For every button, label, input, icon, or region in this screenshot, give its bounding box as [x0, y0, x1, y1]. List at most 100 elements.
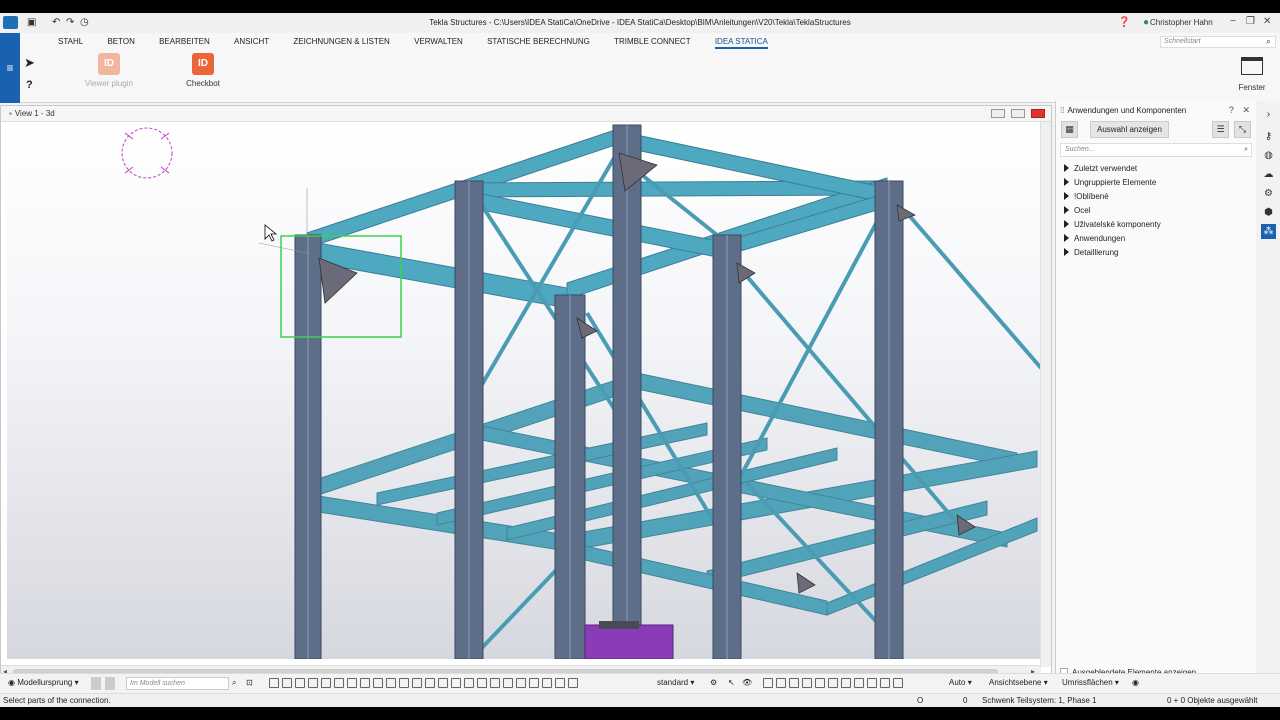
3d-scene[interactable] [7, 123, 1041, 659]
key-icon[interactable]: ⚷ [1261, 129, 1276, 144]
cursor-mode-icon[interactable]: ↖ [728, 678, 735, 687]
panel-grip-icon[interactable]: ⁞⁞ [1060, 106, 1064, 115]
select-cuts-icon[interactable] [347, 678, 357, 688]
snap-geometry-icon[interactable] [776, 678, 786, 688]
select-surfaces-icon[interactable] [295, 678, 305, 688]
viewer-plugin-button[interactable]: ID Viewer plugin [84, 53, 134, 88]
tab-verwalten[interactable]: VERWALTEN [414, 37, 463, 46]
grid-view-icon[interactable]: ▦ [1061, 121, 1078, 138]
select-loads-icon[interactable] [451, 678, 461, 688]
view-close-button[interactable] [1031, 109, 1045, 118]
select-fittings-icon[interactable] [438, 678, 448, 688]
quick-launch-input[interactable]: Schnellstart [1160, 36, 1276, 48]
user-name[interactable]: Christopher Hahn [1150, 18, 1213, 27]
tab-statische-berechnung[interactable]: STATISCHE BERECHNUNG [487, 37, 590, 46]
user-icon[interactable]: ● [1143, 17, 1149, 29]
tree-item-applications[interactable]: Anwendungen [1064, 232, 1161, 246]
snap-reference-icon[interactable] [763, 678, 773, 688]
selection-filter-dropdown[interactable]: standard ▾ [657, 678, 694, 687]
cloud-icon[interactable]: ☁ [1261, 167, 1276, 182]
gear-icon[interactable]: ⚙ [1261, 186, 1276, 201]
snap-extension-icon[interactable] [880, 678, 890, 688]
snap-midpoint-icon[interactable] [802, 678, 812, 688]
tab-bearbeiten[interactable]: BEARBEITEN [159, 37, 210, 46]
zoom-search-icon[interactable]: ⊡ [246, 678, 253, 687]
snap-any-icon[interactable] [867, 678, 877, 688]
view-minimize-button[interactable] [991, 109, 1005, 118]
tree-item-ocel[interactable]: Ocel [1064, 204, 1161, 218]
show-selection-button[interactable]: Auswahl anzeigen [1090, 121, 1169, 138]
work-plane-dropdown[interactable]: ◉ Modellursprung ▾ [8, 678, 79, 687]
model-search-input[interactable]: Im Modell suchen [126, 677, 229, 690]
restore-icon[interactable]: ❐ [1246, 16, 1255, 27]
outline-planes-dropdown[interactable]: Umrissflächen ▾ [1062, 678, 1119, 687]
select-parts-icon[interactable] [282, 678, 292, 688]
select-connections-icon[interactable] [503, 678, 513, 688]
panel-search-input[interactable]: Suchen... ⌕ [1060, 143, 1252, 157]
snap-free-icon[interactable] [893, 678, 903, 688]
query-icon[interactable]: ? [26, 79, 33, 91]
globe-icon[interactable]: ◍ [1261, 148, 1276, 163]
search-icon[interactable]: ⌕ [1266, 36, 1271, 47]
chevron-right-icon[interactable]: › [1261, 107, 1276, 122]
cube-icon[interactable]: ⬢ [1261, 205, 1276, 220]
tab-idea-statica[interactable]: IDEA STATICA [714, 37, 768, 49]
model-view[interactable]: ▪ View 1 - 3d ◂ ▸ [0, 105, 1052, 678]
steel-structure-model[interactable] [7, 123, 1041, 659]
select-grids-icon[interactable] [360, 678, 370, 688]
visibility-icon[interactable]: 👁 [742, 678, 752, 687]
snap-toggle-icon[interactable] [91, 677, 101, 690]
snap-center-icon[interactable] [789, 678, 799, 688]
select-details-icon[interactable] [477, 678, 487, 688]
close-icon[interactable]: ✕ [1263, 16, 1271, 27]
tab-ansicht[interactable]: ANSICHT [234, 37, 269, 46]
select-views-icon[interactable] [373, 678, 383, 688]
select-objects-icon[interactable] [464, 678, 474, 688]
select-plane-icon[interactable] [425, 678, 435, 688]
select-tags-icon[interactable] [542, 678, 552, 688]
list-view-icon[interactable]: ☰ [1212, 121, 1229, 138]
tree-item-user-components[interactable]: Uživatelské komponenty [1064, 218, 1161, 232]
help-icon[interactable]: ❓ [1118, 17, 1130, 29]
tab-beton[interactable]: BETON [107, 37, 134, 46]
file-menu-button[interactable]: ≡ [0, 33, 20, 103]
tab-trimble-connect[interactable]: TRIMBLE CONNECT [614, 37, 690, 46]
auto-dropdown[interactable]: Auto ▾ [949, 678, 972, 687]
expand-arrow-icon[interactable] [1064, 164, 1069, 172]
eye-icon[interactable]: ◉ [1132, 678, 1139, 687]
expand-arrow-icon[interactable] [1064, 234, 1069, 242]
minimize-icon[interactable]: − [1230, 16, 1236, 27]
expand-arrow-icon[interactable] [1064, 178, 1069, 186]
panel-help-icon[interactable]: ? [1229, 105, 1234, 115]
select-groups-icon[interactable] [555, 678, 565, 688]
snap-nearest-icon[interactable] [854, 678, 864, 688]
select-bolts-icon[interactable] [321, 678, 331, 688]
select-reinforcement-icon[interactable] [412, 678, 422, 688]
select-assemblies-icon[interactable] [399, 678, 409, 688]
select-seams-icon[interactable] [490, 678, 500, 688]
tree-item-recent[interactable]: Zuletzt verwendet [1064, 162, 1161, 176]
tree-item-detailing[interactable]: Detaillierung [1064, 246, 1161, 260]
expand-arrow-icon[interactable] [1064, 220, 1069, 228]
select-components-icon[interactable] [386, 678, 396, 688]
tab-zeichnungen[interactable]: ZEICHNUNGEN & LISTEN [293, 37, 389, 46]
expand-arrow-icon[interactable] [1064, 248, 1069, 256]
panel-close-icon[interactable]: ✕ [1242, 105, 1250, 115]
filter-settings-icon[interactable]: ⚙ [710, 678, 717, 687]
tab-stahl[interactable]: STAHL [58, 37, 83, 46]
select-rebars-icon[interactable] [529, 678, 539, 688]
checkbot-button[interactable]: ID Checkbot [181, 53, 225, 88]
rotation-gizmo-icon[interactable] [121, 127, 173, 179]
snap-line-icon[interactable] [841, 678, 851, 688]
collapse-icon[interactable]: ⤡ [1234, 121, 1251, 138]
foundation-block[interactable] [584, 624, 674, 659]
fenster-button[interactable]: Fenster [1232, 53, 1272, 92]
view-plane-dropdown[interactable]: Ansichtsebene ▾ [989, 678, 1048, 687]
snap-perpendicular-icon[interactable] [828, 678, 838, 688]
select-points-icon[interactable] [308, 678, 318, 688]
select-filter-icon[interactable] [568, 678, 578, 688]
select-arrow-icon[interactable]: ➤ [24, 55, 35, 71]
expand-arrow-icon[interactable] [1064, 192, 1069, 200]
applications-components-icon[interactable]: ⁂ [1261, 224, 1276, 239]
vertical-scrollbar[interactable] [1040, 122, 1051, 667]
